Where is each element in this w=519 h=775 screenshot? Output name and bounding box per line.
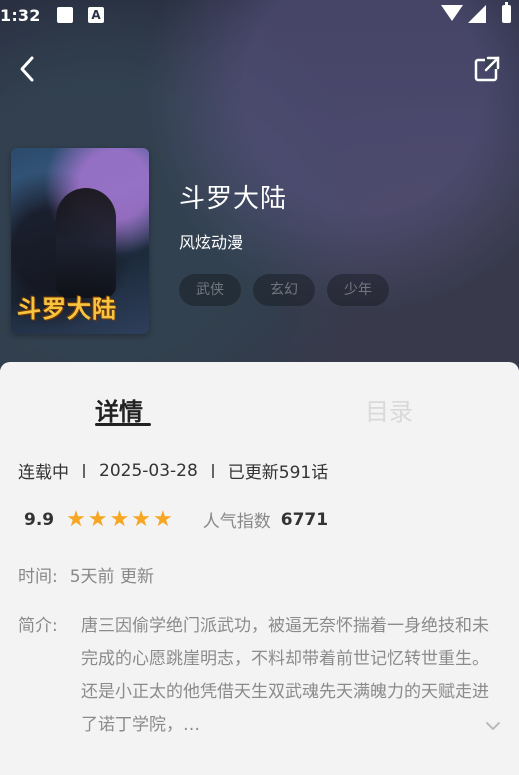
back-arrow-icon — [20, 56, 34, 82]
update-time-row: 时间: 5天前 更新 — [18, 562, 154, 587]
tag-list: 武侠 玄幻 少年 — [179, 274, 389, 306]
book-meta: 连载中 2025-03-28 已更新591话 — [18, 458, 329, 484]
tag-chip[interactable]: 少年 — [327, 274, 389, 306]
rating-score: 9.9 — [24, 509, 55, 530]
book-title: 斗罗大陆 — [179, 184, 288, 214]
tab-indicator — [95, 423, 151, 426]
book-author: 风炫动漫 — [179, 233, 244, 252]
update-time-value: 5天前 更新 — [69, 567, 154, 587]
share-icon — [474, 56, 500, 82]
episode-count: 已更新591话 — [227, 463, 329, 483]
popularity-value: 6771 — [280, 509, 329, 530]
tag-chip[interactable]: 武侠 — [179, 274, 241, 306]
share-button[interactable] — [469, 51, 505, 87]
divider — [83, 463, 85, 478]
rating-row: 9.9 ★★★★★ 人气指数 6771 — [24, 507, 328, 532]
status-time: 1:32 — [0, 6, 41, 25]
detail-panel: 详情 目录 连载中 2025-03-28 已更新591话 9.9 ★★★★★ 人… — [0, 362, 519, 775]
book-cover[interactable]: 斗罗大陆 — [11, 148, 149, 334]
battery-icon — [502, 2, 511, 23]
star-rating-icon: ★★★★★ — [66, 507, 175, 532]
back-button[interactable] — [10, 51, 46, 87]
tab-detail[interactable]: 详情 — [95, 392, 143, 427]
intro-text: 唐三因偷学绝门派武功，被逼无奈怀揣着一身绝技和未完成的心愿跳崖明志，不料却带着前… — [81, 616, 489, 735]
cover-figure — [56, 188, 116, 298]
update-time-label: 时间: — [18, 567, 58, 587]
serial-status: 连载中 — [18, 463, 69, 483]
intro-label: 简介: — [18, 616, 58, 636]
status-bar: 1:32 A — [0, 0, 519, 32]
a-icon: A — [88, 7, 104, 23]
tab-catalog[interactable]: 目录 — [365, 392, 413, 427]
wifi-icon — [441, 5, 463, 21]
cover-logo: 斗罗大陆 — [17, 295, 117, 323]
divider — [211, 463, 214, 478]
top-nav — [0, 45, 519, 95]
signal-icon — [468, 5, 486, 23]
tag-chip[interactable]: 玄幻 — [253, 274, 315, 306]
update-date: 2025-03-28 — [99, 460, 198, 481]
popularity-label: 人气指数 — [202, 512, 271, 532]
chevron-down-icon[interactable] — [481, 714, 505, 738]
image-icon — [57, 7, 73, 23]
